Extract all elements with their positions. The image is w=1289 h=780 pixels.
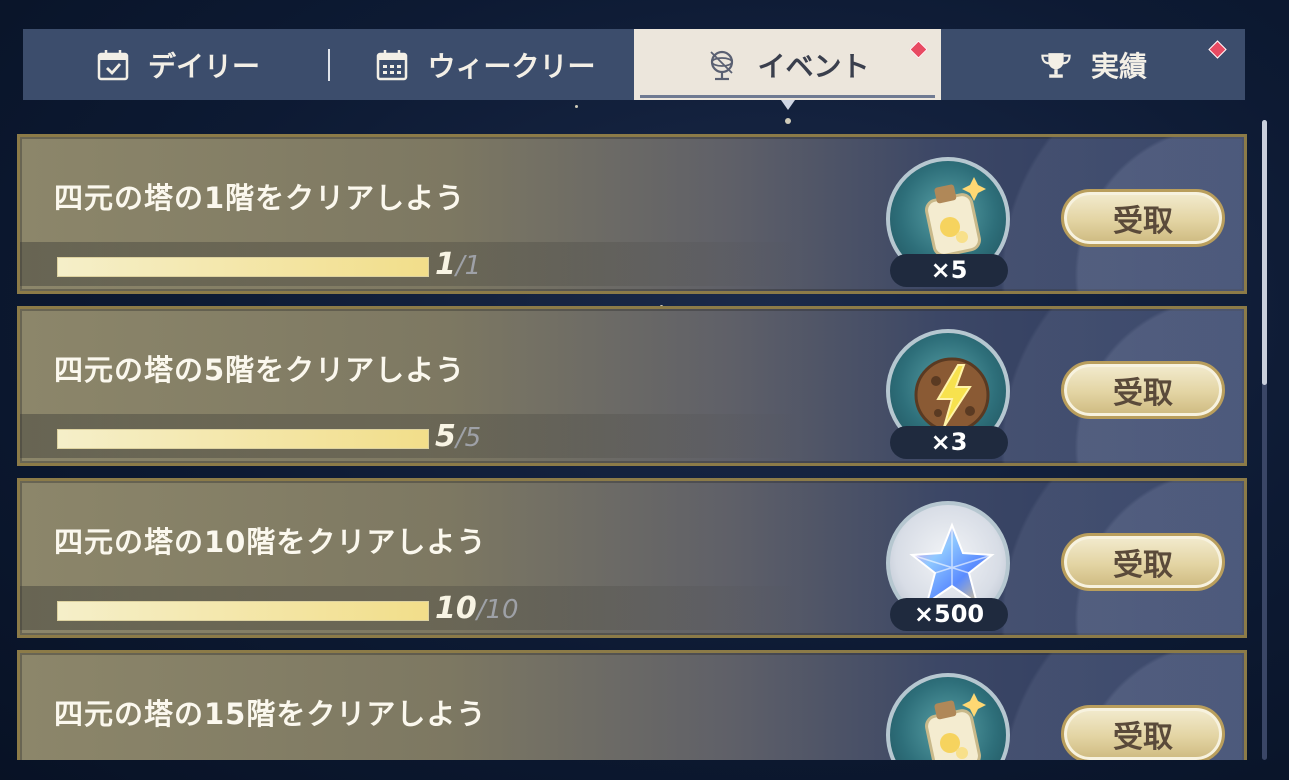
calendar-grid-icon — [375, 48, 409, 82]
trophy-icon — [1039, 48, 1073, 82]
progress-count: 1/1 — [435, 247, 481, 282]
tab-achievements-label: 実績 — [1090, 49, 1147, 83]
mission-list[interactable]: 四元の塔の1階をクリアしよう 1/1 ×5 受取 四元の塔の5階をクリアしよう … — [17, 134, 1249, 760]
mission-title: 四元の塔の10階をクリアしよう — [54, 525, 487, 559]
claim-button[interactable]: 受取 — [1061, 533, 1225, 591]
progress-fill — [58, 430, 428, 448]
progress-total: /5 — [455, 423, 482, 453]
reward-item[interactable] — [886, 673, 1010, 760]
mission-tab-bar: デイリー ウィークリー イベント 実績 — [23, 29, 1245, 100]
bottle-reward-icon — [925, 693, 986, 760]
tab-weekly[interactable]: ウィークリー — [368, 29, 603, 100]
reward-quantity: ×5 — [890, 254, 1008, 287]
mission-list-scrollbar[interactable] — [1262, 120, 1267, 760]
mission-card: 四元の塔の5階をクリアしよう 5/5 ×3 受取 — [17, 306, 1247, 466]
claim-button[interactable]: 受取 — [1061, 705, 1225, 760]
mission-card: 四元の塔の10階をクリアしよう 10/10 ×500 受取 — [17, 478, 1247, 638]
mission-title: 四元の塔の5階をクリアしよう — [54, 353, 466, 387]
tab-achievements[interactable]: 実績 — [1023, 29, 1227, 100]
progress-current: 1 — [435, 247, 456, 282]
reward-quantity: ×500 — [890, 598, 1008, 631]
tab-daily-label: デイリー — [147, 49, 260, 83]
mission-card: 四元の塔の15階をクリアしよう 受取 — [17, 650, 1247, 760]
progress-total: /10 — [476, 595, 519, 625]
progress-fill — [58, 602, 428, 620]
progress-count: 5/5 — [435, 419, 481, 454]
progress-count: 10/10 — [435, 591, 519, 626]
tab-event[interactable]: イベント — [634, 29, 941, 100]
progress-fill — [58, 258, 428, 276]
event-notification-badge — [909, 40, 928, 59]
mission-title: 四元の塔の1階をクリアしよう — [54, 181, 466, 215]
progress-current: 5 — [435, 419, 456, 454]
claim-button[interactable]: 受取 — [1061, 361, 1225, 419]
tab-weekly-label: ウィークリー — [427, 49, 596, 83]
mission-card: 四元の塔の1階をクリアしよう 1/1 ×5 受取 — [17, 134, 1247, 294]
progress-bar — [57, 257, 429, 277]
active-tab-pointer — [781, 100, 795, 110]
progress-bar — [57, 601, 429, 621]
progress-current: 10 — [435, 591, 477, 626]
achievements-notification-badge — [1208, 40, 1227, 59]
mission-title: 四元の塔の15階をクリアしよう — [54, 697, 487, 731]
tab-divider — [328, 49, 330, 81]
scrollbar-thumb[interactable] — [1262, 120, 1267, 385]
globe-compass-icon — [705, 48, 739, 82]
calendar-check-icon — [96, 48, 130, 82]
progress-bar — [57, 429, 429, 449]
progress-total: /1 — [455, 251, 482, 281]
tab-event-label: イベント — [757, 49, 870, 83]
claim-button[interactable]: 受取 — [1061, 189, 1225, 247]
reward-quantity: ×3 — [890, 426, 1008, 459]
tab-daily[interactable]: デイリー — [83, 29, 273, 100]
